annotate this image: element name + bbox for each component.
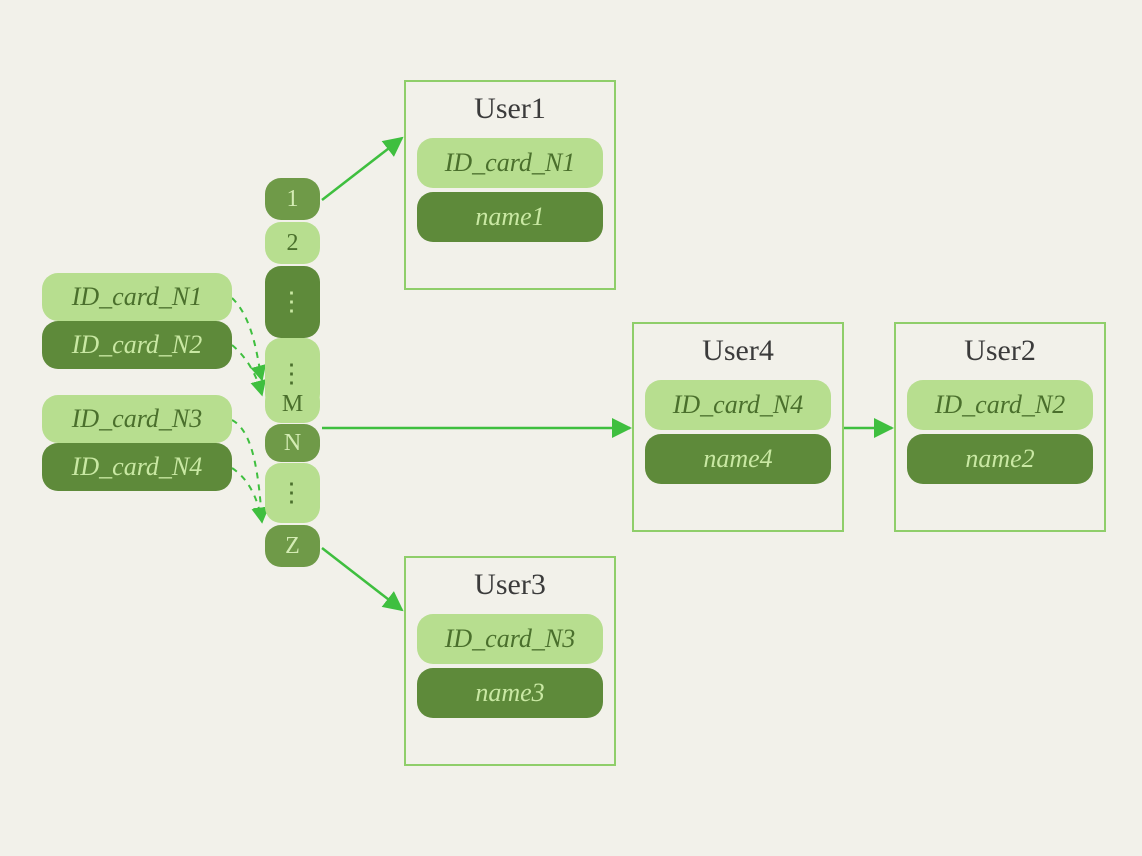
user1-id: ID_card_N1: [417, 138, 603, 188]
id-card-n1: ID_card_N1: [42, 273, 232, 321]
user2-id: ID_card_N2: [907, 380, 1093, 430]
user4-name: name4: [645, 434, 831, 484]
user-box-user2: User2 ID_card_N2 name2: [894, 322, 1106, 532]
hash-slot-n: N: [265, 424, 320, 462]
user3-id: ID_card_N3: [417, 614, 603, 664]
hash-slot-1: 1: [265, 178, 320, 220]
user1-name: name1: [417, 192, 603, 242]
user4-id: ID_card_N4: [645, 380, 831, 430]
hash-slot-m: M: [265, 385, 320, 423]
user2-title: User2: [904, 334, 1096, 368]
diagram-canvas: ID_card_N1 ID_card_N2 ID_card_N3 ID_card…: [0, 0, 1142, 856]
hash-slot-z: Z: [265, 525, 320, 567]
user3-title: User3: [414, 568, 606, 602]
hash-slot-2: 2: [265, 222, 320, 264]
user3-name: name3: [417, 668, 603, 718]
user2-name: name2: [907, 434, 1093, 484]
id-card-n3: ID_card_N3: [42, 395, 232, 443]
hash-slot-dots-2: ⋮: [265, 463, 320, 523]
id-card-n4: ID_card_N4: [42, 443, 232, 491]
user-box-user1: User1 ID_card_N1 name1: [404, 80, 616, 290]
id-card-n2: ID_card_N2: [42, 321, 232, 369]
user-box-user4: User4 ID_card_N4 name4: [632, 322, 844, 532]
hash-slot-dots-1: ⋮: [265, 266, 320, 338]
user-box-user3: User3 ID_card_N3 name3: [404, 556, 616, 766]
user4-title: User4: [642, 334, 834, 368]
user1-title: User1: [414, 92, 606, 126]
